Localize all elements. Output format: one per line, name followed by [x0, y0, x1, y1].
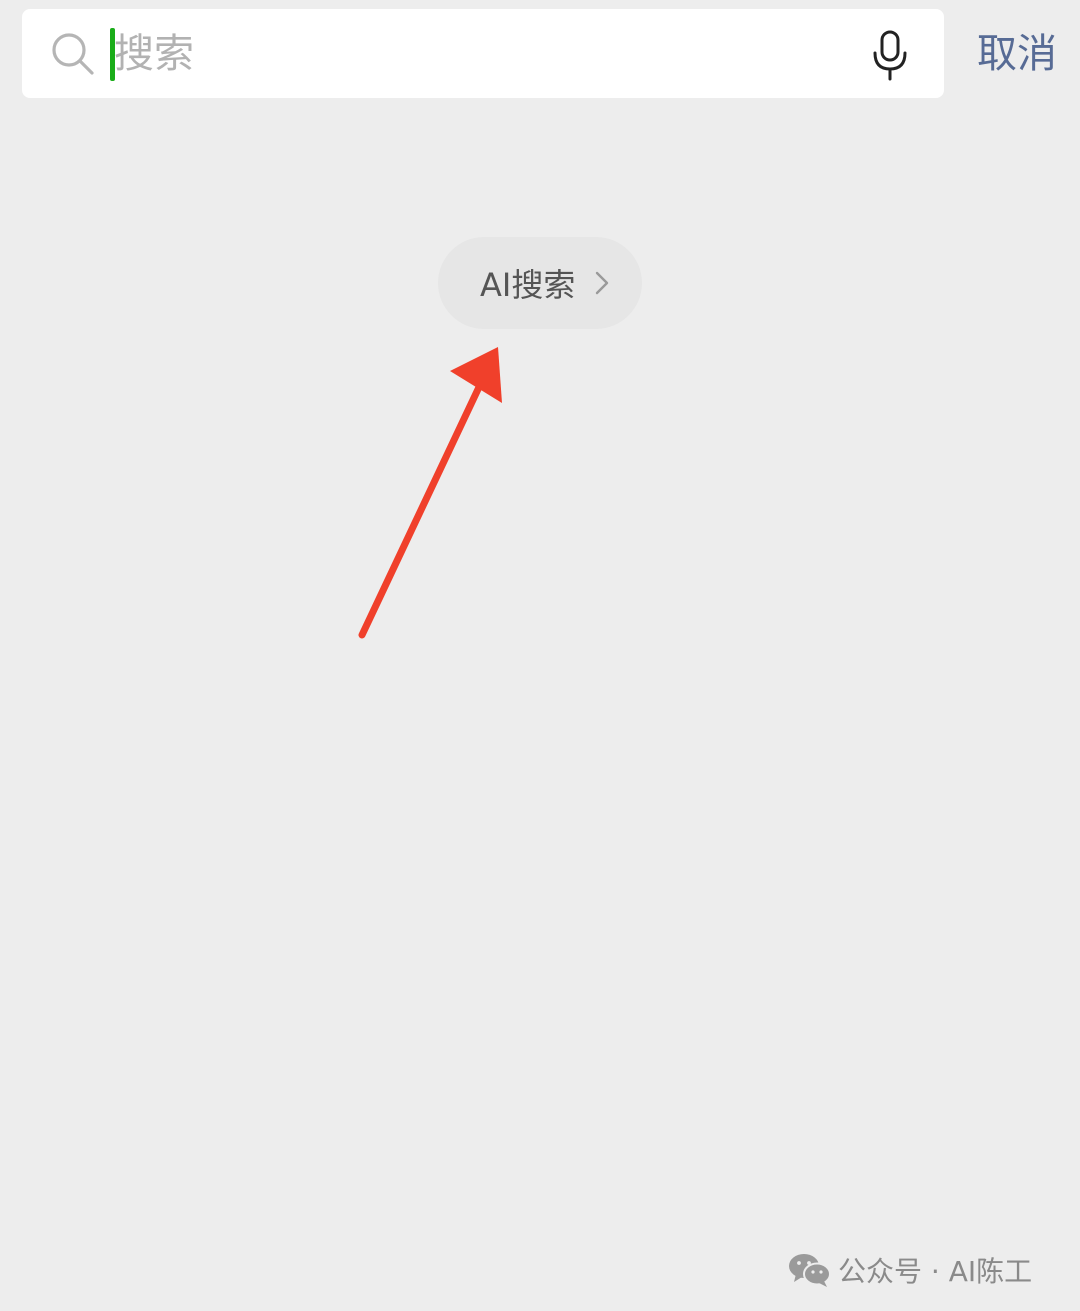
ai-search-button[interactable]: AI搜索: [438, 237, 642, 329]
microphone-icon[interactable]: [870, 29, 910, 81]
search-bar: [22, 9, 944, 98]
wechat-icon: [789, 1254, 831, 1287]
chevron-right-icon: [596, 271, 609, 295]
watermark-text: 公众号 · AI陈工: [838, 1255, 1033, 1288]
search-icon: [52, 33, 94, 75]
search-input[interactable]: [114, 19, 844, 88]
ai-search-label: AI搜索: [480, 266, 576, 304]
arrow-up-icon: [358, 347, 502, 639]
watermark: 公众号 · AI陈工: [788, 1248, 1032, 1292]
cancel-button[interactable]: 取消: [962, 22, 1072, 86]
